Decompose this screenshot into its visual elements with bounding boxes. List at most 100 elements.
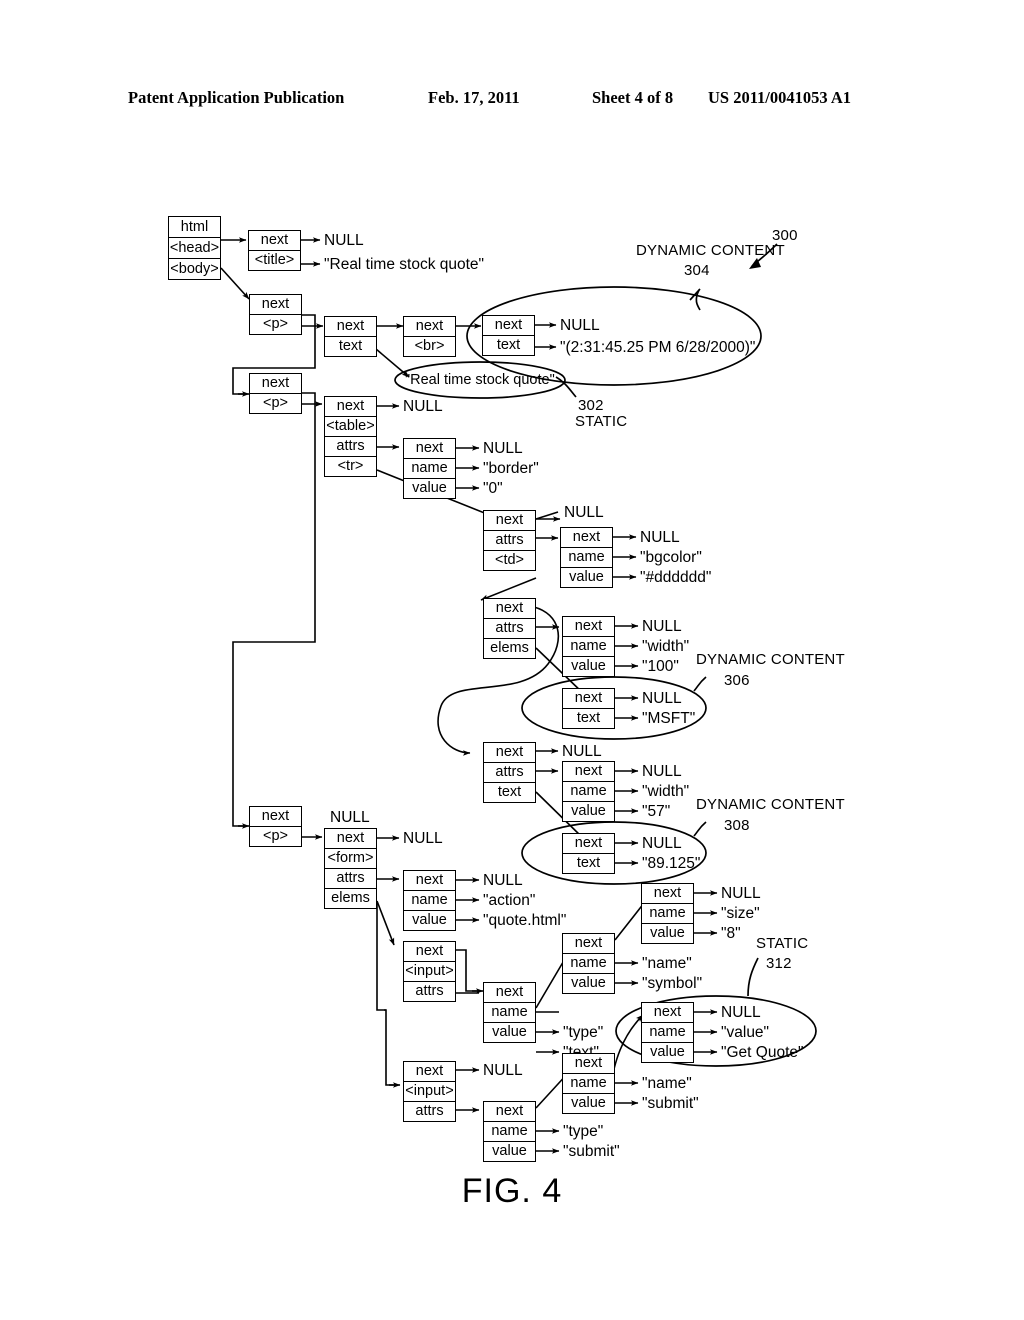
node-cell: <td> [494,552,525,568]
node-cell: next [404,1062,455,1082]
label-dynamic-content-308: DYNAMIC CONTENT [696,796,845,813]
label-308-numeral: 308 [724,817,750,834]
node-cell: name [484,1122,535,1142]
node-cell: <form> [325,849,376,869]
node-cell: value [571,1095,606,1111]
node-cell: next [325,317,376,337]
leader-308 [693,821,707,837]
label-dynamic-content-306: DYNAMIC CONTENT [696,651,845,668]
value-size-name: "size" [721,905,760,922]
value-symbol-name: "name" [642,955,692,972]
node-cell: next [404,439,455,459]
node-p1: next <p> [249,294,302,335]
node-cell: attrs [484,531,535,551]
node-cell: value [492,1143,527,1159]
node-cell: next [642,884,693,904]
label-figure-reference-300: 300 [772,227,798,244]
leader-306 [693,676,707,692]
node-cell: name [404,459,455,479]
value-width57-name: "width" [642,783,690,800]
node-cell: next [563,934,614,954]
node-attr-action: next name value [403,870,456,931]
label-dynamic-content-304: DYNAMIC CONTENT [636,242,785,259]
node-cell: attrs [484,763,535,783]
node-cell: attrs [325,437,376,457]
node-cell: next [563,617,614,637]
node-cell: value [571,975,606,991]
node-text-price: next text [562,833,615,874]
node-br: next <br> [403,316,456,357]
node-attr-name-symbol: next name value [562,933,615,994]
value-static-text: "Real time stock quote" [405,372,555,388]
node-text1: next text [324,316,377,357]
node-cell: <input> [404,1082,455,1102]
node-cell: next [250,295,301,315]
node-form: next <form> attrs elems [324,828,377,909]
node-cell: value [412,912,447,928]
node-cell: attrs [415,1103,444,1119]
node-attr-width-100: next name value [562,616,615,677]
value-action-value: "quote.html" [483,912,567,929]
value-width57-value: "57" [642,803,671,820]
node-attr-type-submit: next name value [483,1101,536,1162]
node-cell: <title> [254,252,295,268]
node-cell: text [576,710,601,726]
node-attr-border: next name value [403,438,456,499]
node-td1: next attrs <td> [483,510,536,571]
node-input1: next <input> attrs [403,941,456,1002]
value-timestamp: "(2:31:45.25 PM 6/28/2000)" [560,339,756,356]
node-cell: next [642,1003,693,1023]
node-cell: elems [331,890,370,906]
node-text-msft: next text [562,688,615,729]
node-cell: next [563,1054,614,1074]
value-null-bgcolor-next: NULL [640,529,680,546]
value-typesubmit-value: "submit" [563,1143,620,1160]
label-302-static: STATIC [575,413,628,430]
node-p3: next <p> [249,806,302,847]
node-cell: text [497,784,522,800]
value-bgcolor-value: "#dddddd" [640,569,712,586]
node-title: next <title> [248,230,301,271]
value-width100-value: "100" [642,658,679,675]
value-bgcolor-name: "bgcolor" [640,549,702,566]
node-cell: next [484,1102,535,1122]
node-cell: next [483,316,534,336]
node-cell: name [561,548,612,568]
node-cell: name [642,1023,693,1043]
value-getquote-value: "Get Quote" [721,1044,804,1061]
node-cell: value [650,1044,685,1060]
value-action-name: "action" [483,892,536,909]
value-type-text-name: "type" [563,1024,604,1041]
node-attr-width-57: next name value [562,761,615,822]
value-null-table-next: NULL [403,398,443,415]
node-cell: value [412,480,447,496]
node-cell: next [404,942,455,962]
node-text2: next text [482,315,535,356]
node-cell: next [404,317,455,337]
node-cell: attrs [325,869,376,889]
value-null-size-next: NULL [721,885,761,902]
node-cell: value [492,1024,527,1040]
value-namesubmit-value: "submit" [642,1095,699,1112]
label-312-numeral: 312 [766,955,792,972]
value-border-name: "border" [483,460,539,477]
node-cell: next [563,762,614,782]
node-cell: next [484,511,535,531]
value-symbol-value: "symbol" [642,975,703,992]
node-p2: next <p> [249,373,302,414]
node-td2: next attrs elems [483,598,536,659]
node-cell: <table> [325,417,376,437]
value-null-action-next: NULL [483,872,523,889]
node-cell: <tr> [337,458,364,474]
value-null-above-form: NULL [330,809,370,826]
value-null-msft-next: NULL [642,690,682,707]
node-cell: name [563,1074,614,1094]
node-attr-size: next name value [641,883,694,944]
value-msft-text: "MSFT" [642,710,696,727]
node-cell: elems [490,640,529,656]
figure-caption: FIG. 4 [461,1172,563,1210]
node-attr-value-getquote: next name value [641,1002,694,1063]
node-cell: <p> [263,316,288,332]
value-getquote-name: "value" [721,1024,770,1041]
node-cell: next [563,689,614,709]
